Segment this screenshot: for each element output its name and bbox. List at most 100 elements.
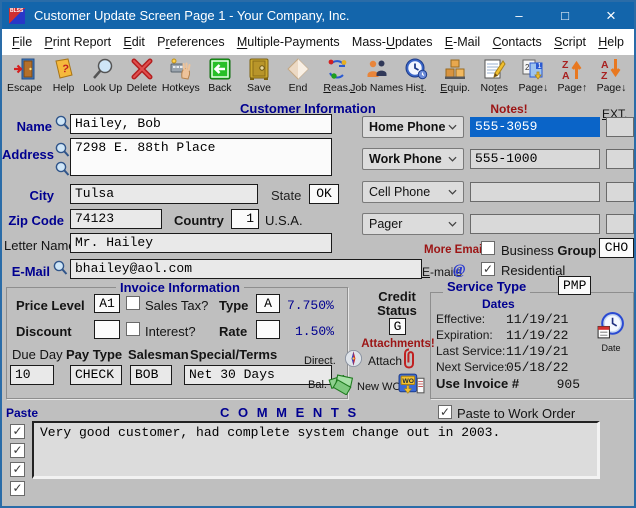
email-input[interactable]: bhailey@aol.com: [70, 259, 422, 279]
comment-row-checkbox-0[interactable]: ✓: [10, 424, 25, 439]
reassign-arrows-icon: [325, 57, 349, 82]
date-calendar-icon[interactable]: [595, 311, 626, 342]
comment-row-checkbox-1[interactable]: ✓: [10, 443, 25, 458]
phone-type-select-pager[interactable]: Pager: [362, 213, 464, 235]
emails-at-icon[interactable]: @: [453, 260, 470, 278]
emails-label-key: E: [422, 265, 431, 279]
chevron-down-icon: [448, 124, 457, 130]
phone-type-select-home-phone[interactable]: Home Phone: [362, 116, 464, 138]
menu-help[interactable]: Help: [598, 35, 624, 49]
attach-paperclip-icon[interactable]: [402, 347, 416, 370]
pay-type-input[interactable]: CHECK: [70, 365, 122, 385]
toolbar-equip[interactable]: Equip.: [436, 56, 475, 100]
toolbar-page-down-goto[interactable]: 2 1 Page↓: [514, 56, 553, 100]
comments-textarea[interactable]: Very good customer, had complete system …: [32, 421, 600, 479]
discount-input[interactable]: [94, 320, 120, 339]
comment-row-checkbox-2[interactable]: ✓: [10, 462, 25, 477]
phone-ext-input-1[interactable]: [606, 149, 634, 169]
sales-tax-checkbox[interactable]: [126, 296, 140, 310]
name-input[interactable]: Hailey, Bob: [70, 114, 332, 134]
phone-number-input-1[interactable]: 555-1000: [470, 149, 600, 169]
toolbar-escape[interactable]: Escape: [5, 56, 44, 100]
phone-type-select-work-phone[interactable]: Work Phone: [362, 148, 464, 170]
city-input[interactable]: Tulsa: [70, 184, 258, 204]
menu-mass-updates[interactable]: Mass-Updates: [352, 35, 433, 49]
toolbar-job-names[interactable]: Job Names: [350, 56, 403, 100]
business-checkbox[interactable]: [481, 241, 495, 255]
address-input[interactable]: 7298 E. 88th Place: [70, 138, 332, 176]
menu-file[interactable]: File: [12, 35, 32, 49]
toolbar-page-up[interactable]: Z A Page↑: [553, 56, 592, 100]
toolbar-page-down[interactable]: A Z Page↓: [592, 56, 631, 100]
paste-to-work-order-checkbox[interactable]: ✓: [438, 405, 452, 419]
new-work-order-icon[interactable]: WO: [398, 372, 425, 397]
history-clock-icon: [404, 57, 428, 82]
phone-ext-input-3[interactable]: [606, 214, 634, 234]
letter-name-input[interactable]: Mr. Hailey: [70, 233, 332, 253]
window-title: Customer Update Screen Page 1 - Your Com…: [34, 8, 350, 23]
menu-script[interactable]: Script: [554, 35, 586, 49]
menu-multiple-payments[interactable]: Multiple-Payments: [237, 35, 340, 49]
credit-status-input[interactable]: G: [389, 318, 406, 335]
minimize-button[interactable]: –: [496, 2, 542, 29]
toolbar-label-escape: Escape: [7, 82, 43, 94]
country-input[interactable]: 1: [231, 209, 259, 229]
toolbar-back[interactable]: Back: [200, 56, 239, 100]
address-search-icon[interactable]: [54, 142, 70, 158]
interest-label: Interest?: [145, 324, 196, 339]
country-name: U.S.A.: [265, 213, 303, 228]
menu-edit[interactable]: Edit: [123, 35, 145, 49]
phone-type-select-cell-phone[interactable]: Cell Phone: [362, 181, 464, 203]
balance-money-icon[interactable]: [328, 371, 356, 396]
toolbar-delete[interactable]: Delete: [122, 56, 161, 100]
toolbar-help[interactable]: ? Help: [44, 56, 83, 100]
address2-search-icon[interactable]: [54, 161, 70, 177]
phone-number-input-0[interactable]: 555-3059: [470, 117, 600, 137]
menu-preferences[interactable]: Preferences: [157, 35, 224, 49]
group-input[interactable]: CHO: [599, 238, 634, 258]
phone-number-input-2[interactable]: [470, 182, 600, 202]
menu-contacts[interactable]: Contacts: [492, 35, 541, 49]
state-input[interactable]: OK: [309, 184, 339, 204]
price-level-input[interactable]: A1: [94, 294, 120, 313]
toolbar-look-up[interactable]: Look Up: [83, 56, 122, 100]
tax-type-input[interactable]: A: [256, 294, 280, 313]
toolbar-hist[interactable]: Hist.: [397, 56, 436, 100]
sort-az-down-icon: AZ: [599, 57, 623, 82]
menu-print-report[interactable]: Print Report: [44, 35, 111, 49]
toolbar-label-hotkeys: Hotkeys: [161, 82, 200, 94]
name-search-icon[interactable]: [54, 115, 70, 131]
maximize-button[interactable]: □: [542, 2, 588, 29]
magnifier-icon: [91, 57, 115, 82]
toolbar-hotkeys[interactable]: Hotkeys: [161, 56, 200, 100]
close-button[interactable]: ×: [588, 2, 634, 29]
phone-ext-input-0[interactable]: [606, 117, 634, 137]
residential-checkbox[interactable]: ✓: [481, 262, 495, 276]
comment-row-checkbox-3[interactable]: ✓: [10, 481, 25, 496]
toolbar-end[interactable]: End: [278, 56, 317, 100]
phone-number-input-3[interactable]: [470, 214, 600, 234]
interest-checkbox[interactable]: [126, 322, 140, 336]
sales-tax-label: Sales Tax?: [145, 298, 209, 313]
service-type-input[interactable]: PMP: [558, 276, 591, 295]
menubar: File Print Report Edit Preferences Multiple-…: [2, 29, 634, 55]
toolbar-label-help: Help: [52, 82, 75, 94]
salesman-input[interactable]: BOB: [130, 365, 172, 385]
due-day-input[interactable]: 10: [10, 365, 54, 385]
phone-ext-input-2[interactable]: [606, 182, 634, 202]
menu-e-mail[interactable]: E-Mail: [445, 35, 480, 49]
svg-text:2: 2: [525, 63, 530, 72]
interest-rate-value: 1.50%: [295, 324, 335, 339]
email-label: E-Mail: [11, 264, 50, 279]
directions-compass-icon[interactable]: [344, 349, 363, 368]
zip-input[interactable]: 74123: [70, 209, 162, 229]
price-level-label: Price Level: [16, 298, 85, 313]
phone-type-label: Cell Phone: [369, 185, 431, 199]
toolbar-notes[interactable]: Notes: [475, 56, 514, 100]
email-search-icon[interactable]: [52, 260, 68, 276]
toolbar-save[interactable]: Save: [239, 56, 278, 100]
toolbar-label-reas: Reas.: [323, 82, 351, 94]
rate-input[interactable]: [256, 320, 280, 339]
state-label: State: [271, 188, 302, 203]
notes-alert[interactable]: Notes!: [466, 102, 552, 116]
